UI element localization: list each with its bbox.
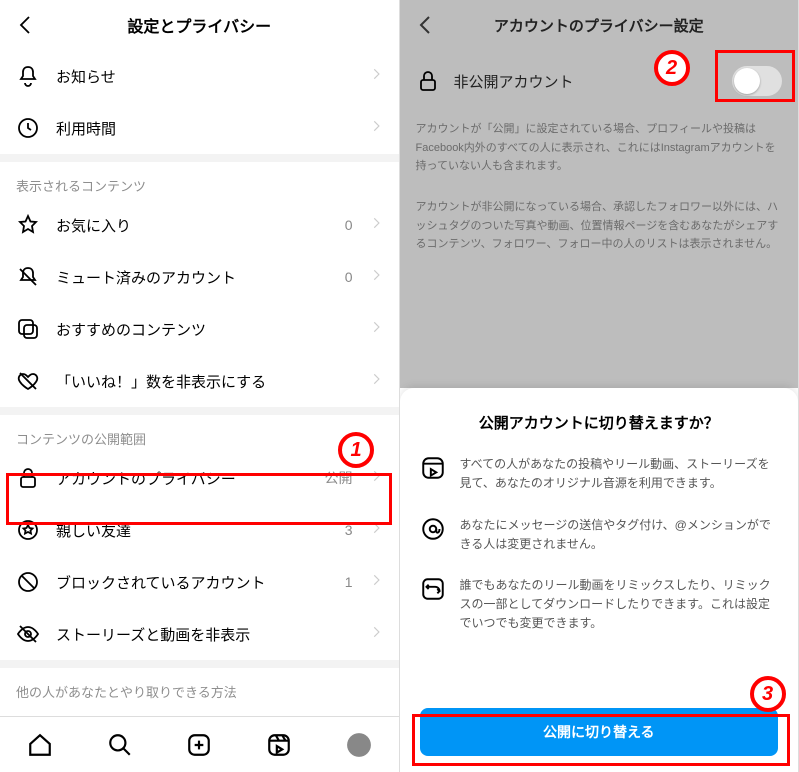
chevron-right-icon — [369, 67, 383, 85]
sheet-title: 公開アカウントに切り替えますか？ — [420, 412, 779, 433]
row-label: アカウントのプライバシー — [56, 468, 309, 489]
row-close-friends[interactable]: 親しい友達 3 — [0, 504, 399, 556]
dimmed-background: アカウントのプライバシー設定 非公開アカウント アカウントが「公開」に設定されて… — [400, 0, 799, 388]
privacy-description-2: アカウントが非公開になっている場合、承認したフォロワー以外には、ハッシュタグのつ… — [400, 190, 799, 268]
suggest-icon — [16, 317, 40, 341]
lock-icon — [416, 69, 440, 93]
privacy-description-1: アカウントが「公開」に設定されている場合、プロフィールや投稿はFacebook内… — [400, 112, 799, 190]
lock-icon — [16, 466, 40, 490]
row-favorites[interactable]: お気に入り 0 — [0, 199, 399, 251]
row-value: 0 — [345, 269, 353, 285]
chevron-right-icon — [369, 216, 383, 234]
sheet-item-text: 誰でもあなたのリール動画をリミックスしたり、リミックスの一部としてダウンロードし… — [460, 576, 779, 634]
section-header-interaction: 他の人があなたとやり取りできる方法 — [0, 660, 399, 705]
row-value: 公開 — [325, 468, 353, 488]
row-label: 利用時間 — [56, 118, 353, 139]
switch-to-public-button[interactable]: 公開に切り替える — [420, 708, 779, 756]
row-hide-stories[interactable]: ストーリーズと動画を非表示 — [0, 608, 399, 660]
header: 設定とプライバシー — [0, 0, 399, 50]
star-icon — [16, 213, 40, 237]
row-hide-likes[interactable]: 「いいね！」数を非表示にする — [0, 355, 399, 407]
heart-off-icon — [16, 369, 40, 393]
row-time-spent[interactable]: 利用時間 — [0, 102, 399, 154]
clock-icon — [16, 116, 40, 140]
row-label: 「いいね！」数を非表示にする — [56, 371, 353, 392]
row-value: 1 — [345, 574, 353, 590]
chevron-right-icon — [369, 268, 383, 286]
sheet-item: すべての人があなたの投稿やリール動画、ストーリーズを見て、あなたのオリジナル音源… — [420, 455, 779, 493]
row-muted-accounts[interactable]: ミュート済みのアカウント 0 — [0, 251, 399, 303]
private-account-label: 非公開アカウント — [454, 71, 719, 92]
chevron-right-icon — [369, 469, 383, 487]
row-label: お気に入り — [56, 215, 329, 236]
create-icon[interactable] — [186, 732, 212, 758]
reels-icon — [420, 455, 446, 481]
row-label: 親しい友達 — [56, 520, 329, 541]
row-label: ミュート済みのアカウント — [56, 267, 329, 288]
back-icon[interactable] — [414, 13, 438, 37]
row-value: 3 — [345, 522, 353, 538]
chevron-right-icon — [369, 372, 383, 390]
chevron-right-icon — [369, 119, 383, 137]
block-icon — [16, 570, 40, 594]
bell-mute-icon — [16, 265, 40, 289]
chevron-right-icon — [369, 521, 383, 539]
page-title: アカウントのプライバシー設定 — [438, 15, 761, 36]
row-suggested-content[interactable]: おすすめのコンテンツ — [0, 303, 399, 355]
row-value: 0 — [345, 217, 353, 233]
row-notifications[interactable]: お知らせ — [0, 50, 399, 102]
remix-icon — [420, 576, 446, 602]
chevron-right-icon — [369, 320, 383, 338]
bell-icon — [16, 64, 40, 88]
row-account-privacy[interactable]: アカウントのプライバシー 公開 — [0, 452, 399, 504]
confirmation-sheet: 公開アカウントに切り替えますか？ すべての人があなたの投稿やリール動画、ストーリ… — [400, 388, 799, 772]
private-account-row: 非公開アカウント — [400, 50, 799, 112]
row-label: ブロックされているアカウント — [56, 572, 329, 593]
sheet-item: 誰でもあなたのリール動画をリミックスしたり、リミックスの一部としてダウンロードし… — [420, 576, 779, 634]
profile-icon[interactable] — [346, 732, 372, 758]
chevron-right-icon — [369, 573, 383, 591]
row-label: お知らせ — [56, 66, 353, 87]
privacy-detail-pane: アカウントのプライバシー設定 非公開アカウント アカウントが「公開」に設定されて… — [400, 0, 799, 772]
search-icon[interactable] — [107, 732, 133, 758]
row-label: おすすめのコンテンツ — [56, 319, 353, 340]
bottom-nav — [0, 716, 399, 772]
header: アカウントのプライバシー設定 — [400, 0, 799, 50]
row-label: ストーリーズと動画を非表示 — [56, 624, 353, 645]
back-icon[interactable] — [14, 13, 38, 37]
mention-icon — [420, 516, 446, 542]
chevron-right-icon — [369, 625, 383, 643]
home-icon[interactable] — [27, 732, 53, 758]
star-circle-icon — [16, 518, 40, 542]
section-header-privacy: コンテンツの公開範囲 — [0, 407, 399, 452]
settings-pane: 設定とプライバシー お知らせ 利用時間 表示されるコンテンツ お気に入り 0 ミ… — [0, 0, 400, 772]
private-account-toggle[interactable] — [732, 66, 782, 96]
reels-icon[interactable] — [266, 732, 292, 758]
sheet-item-text: あなたにメッセージの送信やタグ付け、@メンションができる人は変更されません。 — [460, 516, 779, 554]
page-title: 設定とプライバシー — [38, 13, 361, 37]
sheet-item-text: すべての人があなたの投稿やリール動画、ストーリーズを見て、あなたのオリジナル音源… — [460, 455, 779, 493]
section-header-content: 表示されるコンテンツ — [0, 154, 399, 199]
eye-off-icon — [16, 622, 40, 646]
row-blocked-accounts[interactable]: ブロックされているアカウント 1 — [0, 556, 399, 608]
sheet-item: あなたにメッセージの送信やタグ付け、@メンションができる人は変更されません。 — [420, 516, 779, 554]
